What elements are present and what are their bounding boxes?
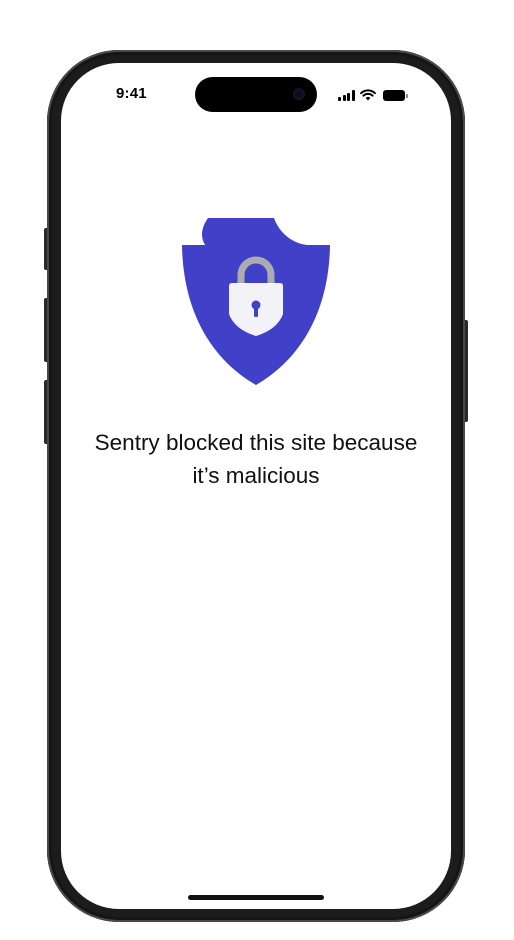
brand-name: Sentry: [94, 430, 160, 455]
blocked-message: Sentry blocked this site because it’s ma…: [61, 426, 451, 492]
wifi-icon: [359, 89, 376, 101]
dynamic-island: [195, 77, 317, 112]
phone-screen: 9:41 Sentry blocked this site because it…: [61, 63, 451, 909]
home-indicator[interactable]: [188, 895, 324, 900]
phone-frame: 9:41 Sentry blocked this site because it…: [47, 50, 465, 922]
front-camera-icon: [293, 88, 305, 100]
battery-icon: [382, 90, 408, 101]
keyhole-slot: [254, 307, 258, 317]
shield-lock-icon: [181, 215, 331, 385]
message-text-line1: blocked this site because: [159, 430, 418, 455]
status-time: 9:41: [116, 85, 147, 102]
message-text-line2: it’s malicious: [192, 463, 320, 488]
cellular-signal-icon: [338, 90, 355, 101]
device-mockup: 9:41 Sentry blocked this site because it…: [0, 0, 514, 940]
status-icons: [338, 89, 408, 101]
